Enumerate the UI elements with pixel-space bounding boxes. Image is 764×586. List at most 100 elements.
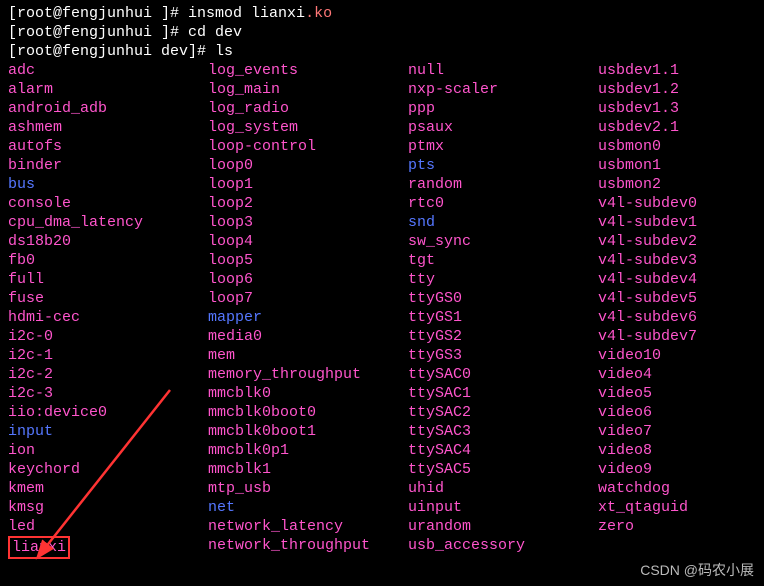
- file-entry: fb0: [8, 251, 208, 270]
- file-entry: ttySAC1: [408, 384, 598, 403]
- prompt-line: [root@fengjunhui ]# cd dev: [8, 23, 756, 42]
- highlighted-entry: lianxi: [8, 536, 70, 559]
- file-entry: v4l-subdev7: [598, 327, 756, 346]
- file-entry: xt_qtaguid: [598, 498, 756, 517]
- file-entry: [598, 536, 756, 559]
- file-entry: iio:device0: [8, 403, 208, 422]
- file-entry: alarm: [8, 80, 208, 99]
- file-entry: ttyGS1: [408, 308, 598, 327]
- file-entry: ttyGS3: [408, 346, 598, 365]
- file-entry: ttySAC4: [408, 441, 598, 460]
- prompt-line: [root@fengjunhui ]# insmod lianxi.ko: [8, 4, 756, 23]
- command-text: ls: [215, 43, 233, 60]
- file-entry: input: [8, 422, 208, 441]
- file-entry: log_system: [208, 118, 408, 137]
- file-entry: ttySAC5: [408, 460, 598, 479]
- file-entry: snd: [408, 213, 598, 232]
- file-entry: bus: [8, 175, 208, 194]
- file-entry: pts: [408, 156, 598, 175]
- file-entry: ion: [8, 441, 208, 460]
- file-entry: loop3: [208, 213, 408, 232]
- file-entry: ttySAC0: [408, 365, 598, 384]
- terminal-output: [root@fengjunhui ]# insmod lianxi.ko[roo…: [8, 4, 756, 559]
- file-entry: ptmx: [408, 137, 598, 156]
- file-entry: full: [8, 270, 208, 289]
- file-entry: mmcblk0: [208, 384, 408, 403]
- file-entry: ds18b20: [8, 232, 208, 251]
- file-entry: video5: [598, 384, 756, 403]
- file-entry: loop1: [208, 175, 408, 194]
- file-entry: usb_accessory: [408, 536, 598, 559]
- file-entry: loop6: [208, 270, 408, 289]
- file-entry: null: [408, 61, 598, 80]
- file-entry: tty: [408, 270, 598, 289]
- file-entry: v4l-subdev4: [598, 270, 756, 289]
- prompt-line: [root@fengjunhui dev]# ls: [8, 42, 756, 61]
- file-entry: kmem: [8, 479, 208, 498]
- file-entry: android_adb: [8, 99, 208, 118]
- file-entry: loop2: [208, 194, 408, 213]
- ls-output-grid: adclog_eventsnullusbdev1.1alarmlog_mainn…: [8, 61, 756, 559]
- file-entry: network_latency: [208, 517, 408, 536]
- file-entry: uhid: [408, 479, 598, 498]
- file-entry: psaux: [408, 118, 598, 137]
- file-entry: ashmem: [8, 118, 208, 137]
- file-entry: binder: [8, 156, 208, 175]
- file-entry: v4l-subdev6: [598, 308, 756, 327]
- file-entry: net: [208, 498, 408, 517]
- file-entry: loop7: [208, 289, 408, 308]
- file-entry: usbdev2.1: [598, 118, 756, 137]
- file-entry: usbmon2: [598, 175, 756, 194]
- file-entry: mmcblk0boot0: [208, 403, 408, 422]
- file-entry: zero: [598, 517, 756, 536]
- file-entry: random: [408, 175, 598, 194]
- file-entry: nxp-scaler: [408, 80, 598, 99]
- file-entry: loop5: [208, 251, 408, 270]
- file-entry: uinput: [408, 498, 598, 517]
- file-entry: ppp: [408, 99, 598, 118]
- file-entry: mmcblk0boot1: [208, 422, 408, 441]
- file-entry: keychord: [8, 460, 208, 479]
- file-entry: rtc0: [408, 194, 598, 213]
- file-entry: v4l-subdev0: [598, 194, 756, 213]
- file-entry: ttySAC3: [408, 422, 598, 441]
- file-entry: v4l-subdev2: [598, 232, 756, 251]
- file-entry: autofs: [8, 137, 208, 156]
- file-entry: v4l-subdev3: [598, 251, 756, 270]
- file-entry: hdmi-cec: [8, 308, 208, 327]
- file-entry: i2c-3: [8, 384, 208, 403]
- file-entry: usbmon0: [598, 137, 756, 156]
- command-text: cd dev: [188, 24, 242, 41]
- file-entry: loop-control: [208, 137, 408, 156]
- file-entry: mmcblk1: [208, 460, 408, 479]
- file-entry: lianxi: [8, 536, 208, 559]
- watermark-text: CSDN @码农小展: [640, 561, 754, 580]
- file-entry: fuse: [8, 289, 208, 308]
- file-entry: mmcblk0p1: [208, 441, 408, 460]
- file-entry: video10: [598, 346, 756, 365]
- command-text: insmod lianxi: [188, 5, 305, 22]
- file-entry: log_events: [208, 61, 408, 80]
- file-entry: tgt: [408, 251, 598, 270]
- file-entry: sw_sync: [408, 232, 598, 251]
- prompt-prefix: [root@fengjunhui ]#: [8, 5, 188, 22]
- file-entry: log_main: [208, 80, 408, 99]
- file-entry: i2c-1: [8, 346, 208, 365]
- file-entry: video8: [598, 441, 756, 460]
- file-entry: ttyGS2: [408, 327, 598, 346]
- file-entry: loop4: [208, 232, 408, 251]
- file-entry: log_radio: [208, 99, 408, 118]
- file-entry: usbdev1.1: [598, 61, 756, 80]
- file-entry: cpu_dma_latency: [8, 213, 208, 232]
- file-entry: video9: [598, 460, 756, 479]
- file-entry: kmsg: [8, 498, 208, 517]
- prompt-prefix: [root@fengjunhui ]#: [8, 24, 188, 41]
- file-entry: memory_throughput: [208, 365, 408, 384]
- file-entry: video4: [598, 365, 756, 384]
- file-entry: led: [8, 517, 208, 536]
- file-entry: v4l-subdev1: [598, 213, 756, 232]
- file-entry: i2c-2: [8, 365, 208, 384]
- file-entry: video7: [598, 422, 756, 441]
- file-entry: usbdev1.2: [598, 80, 756, 99]
- file-entry: usbdev1.3: [598, 99, 756, 118]
